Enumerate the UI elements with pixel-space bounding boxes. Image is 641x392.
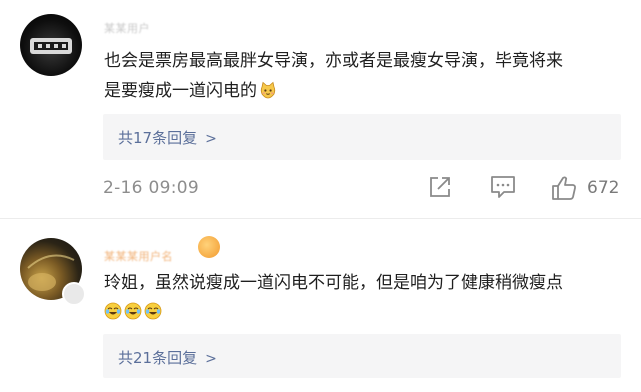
comment-text-line: 玲姐，虽然说瘦成一道闪电不可能，但是咱为了健康稍微瘦点 bbox=[104, 273, 563, 293]
avatar[interactable] bbox=[20, 14, 82, 76]
view-replies-link[interactable]: 共17条回复 > bbox=[118, 127, 217, 148]
laugh-cry-icon bbox=[104, 302, 162, 320]
like-button[interactable] bbox=[550, 174, 580, 204]
view-replies-link[interactable]: 共21条回复 > bbox=[118, 347, 217, 368]
fan-badge-icon bbox=[198, 236, 220, 258]
cat-face-icon bbox=[260, 81, 276, 99]
divider bbox=[0, 218, 641, 219]
comment-text-line: 是要瘦成一道闪电的 bbox=[104, 76, 634, 106]
chevron-right-icon: > bbox=[205, 351, 217, 367]
comment-text: 也会是票房最高最胖女导演，亦或者是最瘦女导演，毕竟将来 是要瘦成一道闪电的 bbox=[104, 46, 634, 106]
replies-box: 共17条回复 > bbox=[103, 114, 621, 160]
username[interactable]: 某某用户 bbox=[104, 20, 150, 36]
comment-item: 某某用户 也会是票房最高最胖女导演，亦或者是最瘦女导演，毕竟将来 是要瘦成一道闪… bbox=[0, 0, 641, 222]
verified-badge-icon bbox=[62, 282, 86, 306]
share-icon bbox=[430, 177, 450, 197]
like-count: 672 bbox=[587, 178, 620, 198]
emoji-row bbox=[104, 298, 634, 324]
repost-button[interactable] bbox=[427, 174, 457, 204]
comment-timestamp: 2-16 09:09 bbox=[103, 178, 199, 198]
replies-box: 共21条回复 > bbox=[103, 334, 621, 378]
comment-button[interactable] bbox=[489, 174, 519, 204]
comment-item: 某某某用户名 玲姐，虽然说瘦成一道闪电不可能，但是咱为了健康稍微瘦点 共21条回… bbox=[0, 222, 641, 392]
comment-text: 玲姐，虽然说瘦成一道闪电不可能，但是咱为了健康稍微瘦点 bbox=[104, 268, 634, 324]
thumbs-up-icon bbox=[552, 176, 576, 200]
comment-meta: 2-16 09:09 672 bbox=[103, 174, 623, 204]
comment-icon bbox=[491, 176, 515, 198]
avatar-logo-icon bbox=[30, 38, 72, 54]
chevron-right-icon: > bbox=[205, 131, 217, 147]
comment-text-line: 也会是票房最高最胖女导演，亦或者是最瘦女导演，毕竟将来 bbox=[104, 51, 563, 71]
username[interactable]: 某某某用户名 bbox=[104, 248, 173, 264]
